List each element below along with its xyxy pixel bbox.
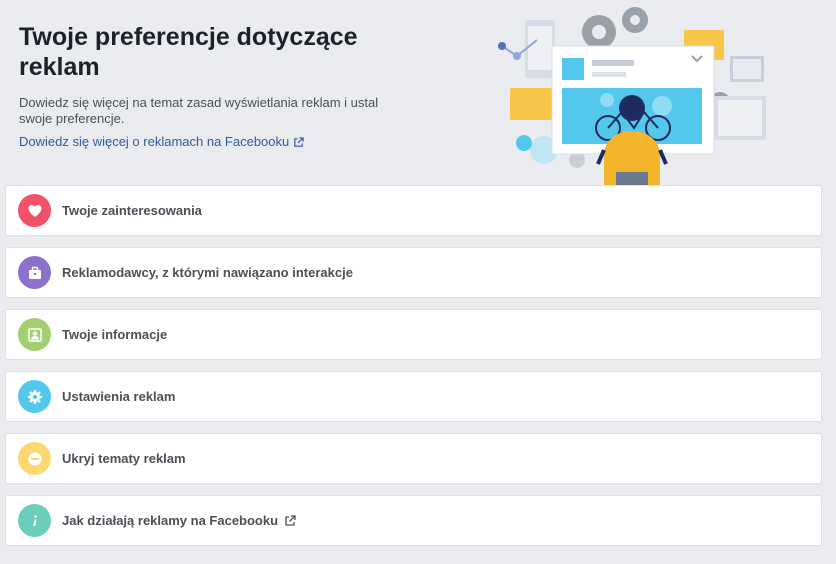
advertisers-row[interactable]: Reklamodawcy, z którymi nawiązano intera… xyxy=(5,247,822,298)
ad-preferences-list: Twoje zainteresowania Reklamodawcy, z kt… xyxy=(5,185,822,557)
heart-icon xyxy=(18,194,51,227)
learn-more-link-label: Dowiedz się więcej o reklamach na Facebo… xyxy=(19,134,290,149)
your-information-row[interactable]: Twoje informacje xyxy=(5,309,822,360)
hide-ad-topics-label: Ukryj tematy reklam xyxy=(62,451,186,466)
how-ads-work-text: Jak działają reklamy na Facebooku xyxy=(62,513,279,528)
learn-more-link[interactable]: Dowiedz się więcej o reklamach na Facebo… xyxy=(19,134,304,150)
hide-ad-topics-row[interactable]: Ukryj tematy reklam xyxy=(5,433,822,484)
ad-settings-label: Ustawienia reklam xyxy=(62,389,176,404)
minus-circle-icon xyxy=(18,442,51,475)
ad-preferences-header: Twoje preferencje dotyczące reklam Dowie… xyxy=(0,0,836,185)
interests-label: Twoje zainteresowania xyxy=(62,203,202,218)
info-icon xyxy=(18,504,51,537)
your-information-label: Twoje informacje xyxy=(62,327,168,342)
how-ads-work-label: Jak działają reklamy na Facebooku xyxy=(62,513,296,528)
interests-row[interactable]: Twoje zainteresowania xyxy=(5,185,822,236)
page-title: Twoje preferencje dotyczące reklam xyxy=(19,23,358,81)
external-link-icon xyxy=(284,514,296,527)
ad-settings-row[interactable]: Ustawienia reklam xyxy=(5,371,822,422)
profile-card-icon xyxy=(18,318,51,351)
page-description: Dowiedz się więcej na temat zasad wyświe… xyxy=(19,95,379,126)
advertisers-label: Reklamodawcy, z którymi nawiązano intera… xyxy=(62,265,353,280)
gear-icon xyxy=(18,380,51,413)
how-ads-work-row[interactable]: Jak działają reklamy na Facebooku xyxy=(5,495,822,546)
header-illustration xyxy=(492,0,772,185)
briefcase-icon xyxy=(18,256,51,289)
external-link-icon xyxy=(293,136,304,148)
